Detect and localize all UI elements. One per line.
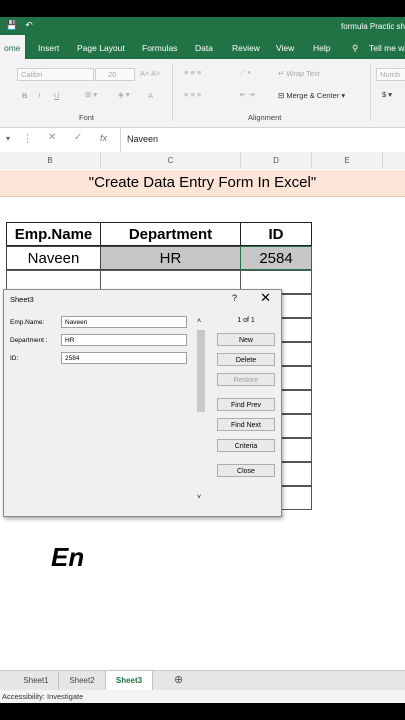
cell-department[interactable]: HR: [100, 246, 241, 270]
font-color-button[interactable]: A: [148, 91, 153, 100]
font-size-value: 20: [108, 70, 117, 79]
tab-sheet3[interactable]: Sheet3: [106, 671, 153, 692]
alignment-group-label: Alignment: [248, 113, 282, 122]
currency-label: $: [382, 90, 387, 99]
field-label-emp-name: Emp.Name:: [10, 319, 45, 326]
tab-tell-me[interactable]: Tell me wh: [369, 35, 405, 59]
italic-button[interactable]: I: [38, 91, 40, 100]
number-format-value: Numb: [380, 70, 401, 79]
header-emp-name[interactable]: Emp.Name: [6, 222, 101, 246]
scrollbar-thumb[interactable]: [197, 330, 205, 412]
font-name-value: Calibri: [21, 70, 43, 79]
tab-review[interactable]: Review: [232, 35, 260, 59]
window-title: formula Practic sh: [340, 22, 405, 31]
grow-font-icon[interactable]: A˄ A˅: [140, 69, 160, 78]
add-sheet-icon[interactable]: ⊕: [174, 673, 183, 686]
wrap-text-button[interactable]: ↵ Wrap Text: [278, 69, 320, 78]
tab-formulas[interactable]: Formulas: [142, 35, 177, 59]
record-scrollbar[interactable]: ˄ ˅: [195, 318, 207, 506]
font-name-box[interactable]: Calibri: [17, 68, 94, 81]
insert-function-icon[interactable]: fx: [100, 133, 107, 143]
tab-insert[interactable]: Insert: [38, 35, 59, 59]
formula-bar: ▾ ⋮ ✕ ✓ fx Naveen: [0, 128, 405, 153]
sheet-title: "Create Data Entry Form In Excel": [88, 174, 317, 191]
bold-button[interactable]: B: [22, 91, 27, 100]
title-bar: 💾↶ formula Practic sh: [0, 17, 405, 35]
align-top-icon[interactable]: ≡ ≡ ≡: [184, 68, 201, 77]
merge-center-label: Merge & Center: [286, 91, 340, 100]
record-counter: 1 of 1: [237, 317, 255, 324]
tab-sheet2[interactable]: Sheet2: [59, 671, 106, 690]
scroll-down-icon[interactable]: ˅: [197, 494, 201, 501]
title-band: "Create Data Entry Form In Excel": [0, 170, 405, 197]
fill-color-icon[interactable]: ◈ ▾: [118, 90, 130, 99]
column-header-b[interactable]: B: [0, 152, 101, 169]
orientation-icon[interactable]: ⟋ ▾: [240, 68, 251, 78]
data-form-dialog: Sheet3 ? ✕ Emp.Name: Naveen Department :…: [3, 289, 282, 517]
header-id[interactable]: ID: [240, 222, 312, 246]
ribbon: Calibri 20 A˄ A˅ B I U ⊞ ▾ ◈ ▾ A Font ≡ …: [0, 59, 405, 128]
find-next-button[interactable]: Find Next: [217, 418, 275, 431]
criteria-button[interactable]: Criteria: [217, 439, 275, 452]
currency-button[interactable]: $ ▾: [382, 90, 392, 99]
header-department[interactable]: Department: [100, 222, 241, 246]
close-icon[interactable]: ✕: [260, 290, 271, 306]
name-box-dropdown-icon[interactable]: ▾: [6, 134, 10, 143]
column-header-c[interactable]: C: [101, 152, 241, 169]
merge-center-button[interactable]: ⊟ Merge & Center ▾: [278, 91, 345, 100]
ribbon-separator: [172, 63, 173, 121]
ribbon-tabs: ome Insert Page Layout Formulas Data Rev…: [0, 35, 405, 59]
enter-icon[interactable]: ✓: [74, 132, 82, 143]
sheet-tab-bar: Sheet1 Sheet2 Sheet3 ⊕: [0, 670, 405, 692]
formula-divider: [120, 128, 121, 152]
scroll-up-icon[interactable]: ˄: [197, 318, 201, 325]
tell-me-icon[interactable]: ⚲: [352, 35, 358, 59]
new-button[interactable]: New: [217, 333, 275, 346]
wrap-text-label: Wrap Text: [286, 69, 320, 78]
bottom-black-bar: [0, 703, 405, 720]
delete-button[interactable]: Delete: [217, 353, 275, 366]
emp-name-field[interactable]: Naveen: [61, 316, 187, 328]
formula-input[interactable]: Naveen: [127, 134, 158, 144]
accessibility-status[interactable]: Accessibility: Investigate: [0, 692, 83, 701]
cancel-icon[interactable]: ✕: [48, 132, 56, 143]
dialog-title: Sheet3: [10, 295, 34, 304]
tab-home[interactable]: ome: [0, 35, 25, 59]
field-label-id: ID:: [10, 355, 19, 362]
help-icon[interactable]: ?: [232, 293, 237, 303]
field-label-department: Department :: [10, 337, 48, 344]
font-group-label: Font: [79, 113, 95, 122]
top-black-bar: [0, 0, 405, 17]
font-size-box[interactable]: 20: [95, 68, 135, 81]
underline-button[interactable]: U: [54, 91, 59, 100]
indent-icon[interactable]: ⇤ ⇥: [240, 90, 255, 99]
restore-button[interactable]: Restore: [217, 373, 275, 386]
column-header-d[interactable]: D: [241, 152, 312, 169]
cell-id[interactable]: 2584: [240, 246, 312, 270]
column-header-e[interactable]: E: [312, 152, 383, 169]
align-left-icon[interactable]: ≡ ≡ ≡: [184, 90, 201, 99]
tab-sheet1[interactable]: Sheet1: [14, 671, 59, 690]
tab-data[interactable]: Data: [195, 35, 213, 59]
cell-emp-name[interactable]: Naveen: [6, 246, 101, 270]
overlay-caption: En: [51, 542, 85, 572]
status-bar: Accessibility: Investigate: [0, 690, 405, 703]
tab-help[interactable]: Help: [313, 35, 330, 59]
tab-view[interactable]: View: [276, 35, 294, 59]
number-format-box[interactable]: Numb: [376, 68, 405, 81]
borders-icon[interactable]: ⊞ ▾: [85, 90, 97, 99]
more-icon: ⋮: [22, 133, 33, 145]
close-button[interactable]: Close: [217, 464, 275, 477]
department-field[interactable]: HR: [61, 334, 187, 346]
id-field[interactable]: 2584: [61, 352, 187, 364]
find-prev-button[interactable]: Find Prev: [217, 398, 275, 411]
quick-access-toolbar[interactable]: 💾↶: [6, 20, 41, 31]
ribbon-separator: [370, 63, 371, 121]
tab-page-layout[interactable]: Page Layout: [77, 35, 125, 59]
column-headers: B C D E: [0, 152, 405, 170]
